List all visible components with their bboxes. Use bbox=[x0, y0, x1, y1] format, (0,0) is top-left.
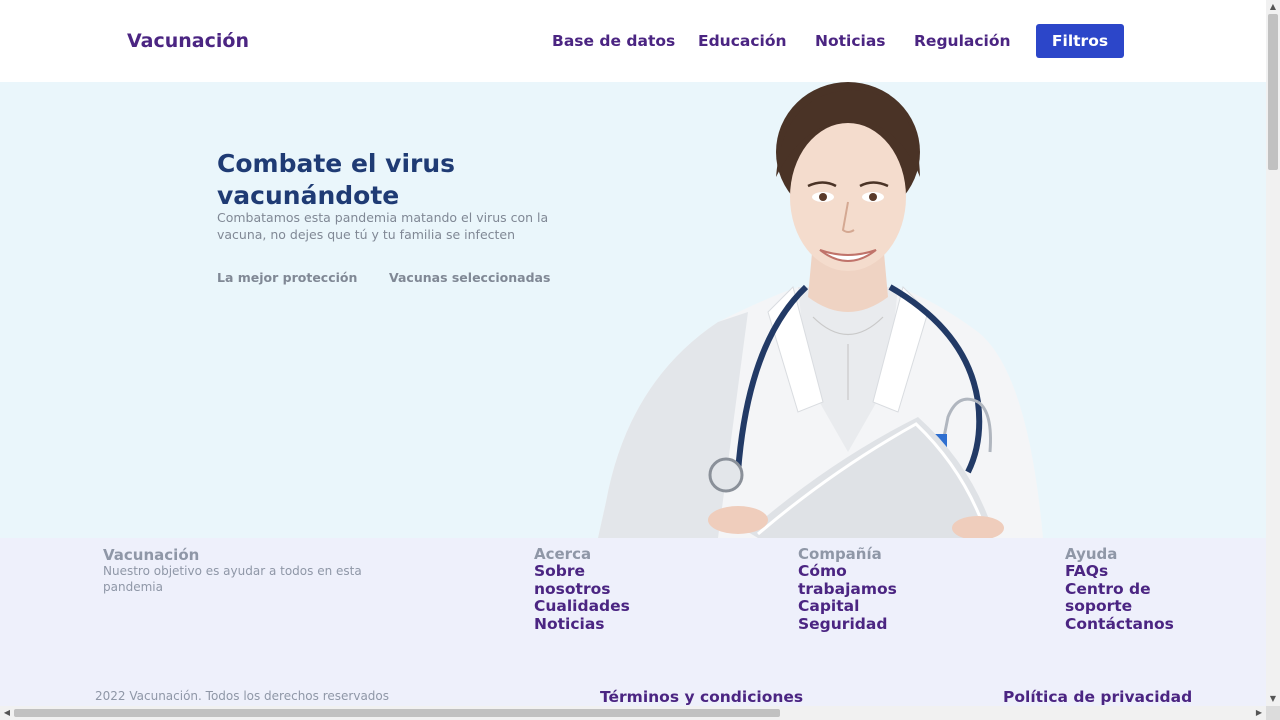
footer-column-title: Acerca bbox=[534, 545, 592, 563]
nav-noticias[interactable]: Noticias bbox=[815, 32, 886, 50]
footer-column-compania: Compañía Cómo trabajamos Capital Segurid… bbox=[798, 546, 908, 634]
doctor-image bbox=[598, 82, 1043, 538]
footer-description: Nuestro objetivo es ayudar a todos en es… bbox=[103, 564, 362, 594]
footer-link-capital[interactable]: Capital bbox=[798, 598, 908, 616]
footer-link-seguridad[interactable]: Seguridad bbox=[798, 615, 908, 634]
nav-regulacion[interactable]: Regulación bbox=[914, 32, 1011, 50]
footer-column-ayuda: Ayuda FAQs Centro de soporte Contáctanos bbox=[1065, 546, 1185, 634]
link-la-mejor-proteccion[interactable]: La mejor protección bbox=[217, 270, 357, 285]
hero-title: Combate el virus vacunándote bbox=[217, 149, 456, 210]
footer-link-faqs[interactable]: FAQs bbox=[1065, 562, 1185, 581]
nav-educacion[interactable]: Educación bbox=[698, 32, 787, 50]
footer-brand: Vacunación bbox=[103, 546, 200, 564]
scroll-left-arrow-icon[interactable]: ◀ bbox=[0, 706, 14, 720]
footer-column-acerca: Acerca Sobre nosotros Cualidades Noticia… bbox=[534, 546, 644, 634]
privacy-link[interactable]: Política de privacidad bbox=[1003, 688, 1192, 706]
footer-link-como-trabajamos[interactable]: Cómo trabajamos bbox=[798, 562, 908, 598]
terms-link[interactable]: Términos y condiciones bbox=[600, 688, 803, 706]
footer-link-cualidades[interactable]: Cualidades bbox=[534, 598, 644, 616]
site-footer: Vacunación Nuestro objetivo es ayudar a … bbox=[0, 538, 1266, 720]
footer-column-title: Ayuda bbox=[1065, 545, 1118, 563]
horizontal-scroll-thumb[interactable] bbox=[14, 709, 780, 717]
vertical-scroll-thumb[interactable] bbox=[1268, 14, 1278, 170]
hero-subtitle: Combatamos esta pandemia matando el viru… bbox=[217, 210, 549, 242]
copyright-text: 2022 Vacunación. Todos los derechos rese… bbox=[95, 689, 390, 703]
scroll-down-arrow-icon[interactable]: ▼ bbox=[1266, 692, 1280, 706]
nav-base-de-datos[interactable]: Base de datos bbox=[552, 32, 675, 50]
footer-link-centro-de-soporte[interactable]: Centro de soporte bbox=[1065, 580, 1185, 616]
footer-column-title: Compañía bbox=[798, 545, 882, 563]
filters-button[interactable]: Filtros bbox=[1036, 24, 1124, 58]
top-navbar: Vacunación Base de datos Educación Notic… bbox=[0, 0, 1266, 82]
footer-link-noticias[interactable]: Noticias bbox=[534, 615, 644, 634]
link-vacunas-seleccionadas[interactable]: Vacunas seleccionadas bbox=[389, 270, 550, 285]
scroll-up-arrow-icon[interactable]: ▲ bbox=[1266, 0, 1280, 14]
horizontal-scrollbar[interactable]: ◀ ▶ bbox=[0, 706, 1266, 720]
footer-link-contactanos[interactable]: Contáctanos bbox=[1065, 615, 1185, 634]
brand-logo[interactable]: Vacunación bbox=[127, 30, 249, 52]
hero-section: Combate el virus vacunándote Combatamos … bbox=[0, 82, 1266, 538]
scrollbar-corner bbox=[1266, 706, 1280, 720]
scroll-right-arrow-icon[interactable]: ▶ bbox=[1252, 706, 1266, 720]
footer-link-sobre-nosotros[interactable]: Sobre nosotros bbox=[534, 562, 644, 598]
vertical-scrollbar[interactable]: ▲ ▼ bbox=[1266, 0, 1280, 706]
